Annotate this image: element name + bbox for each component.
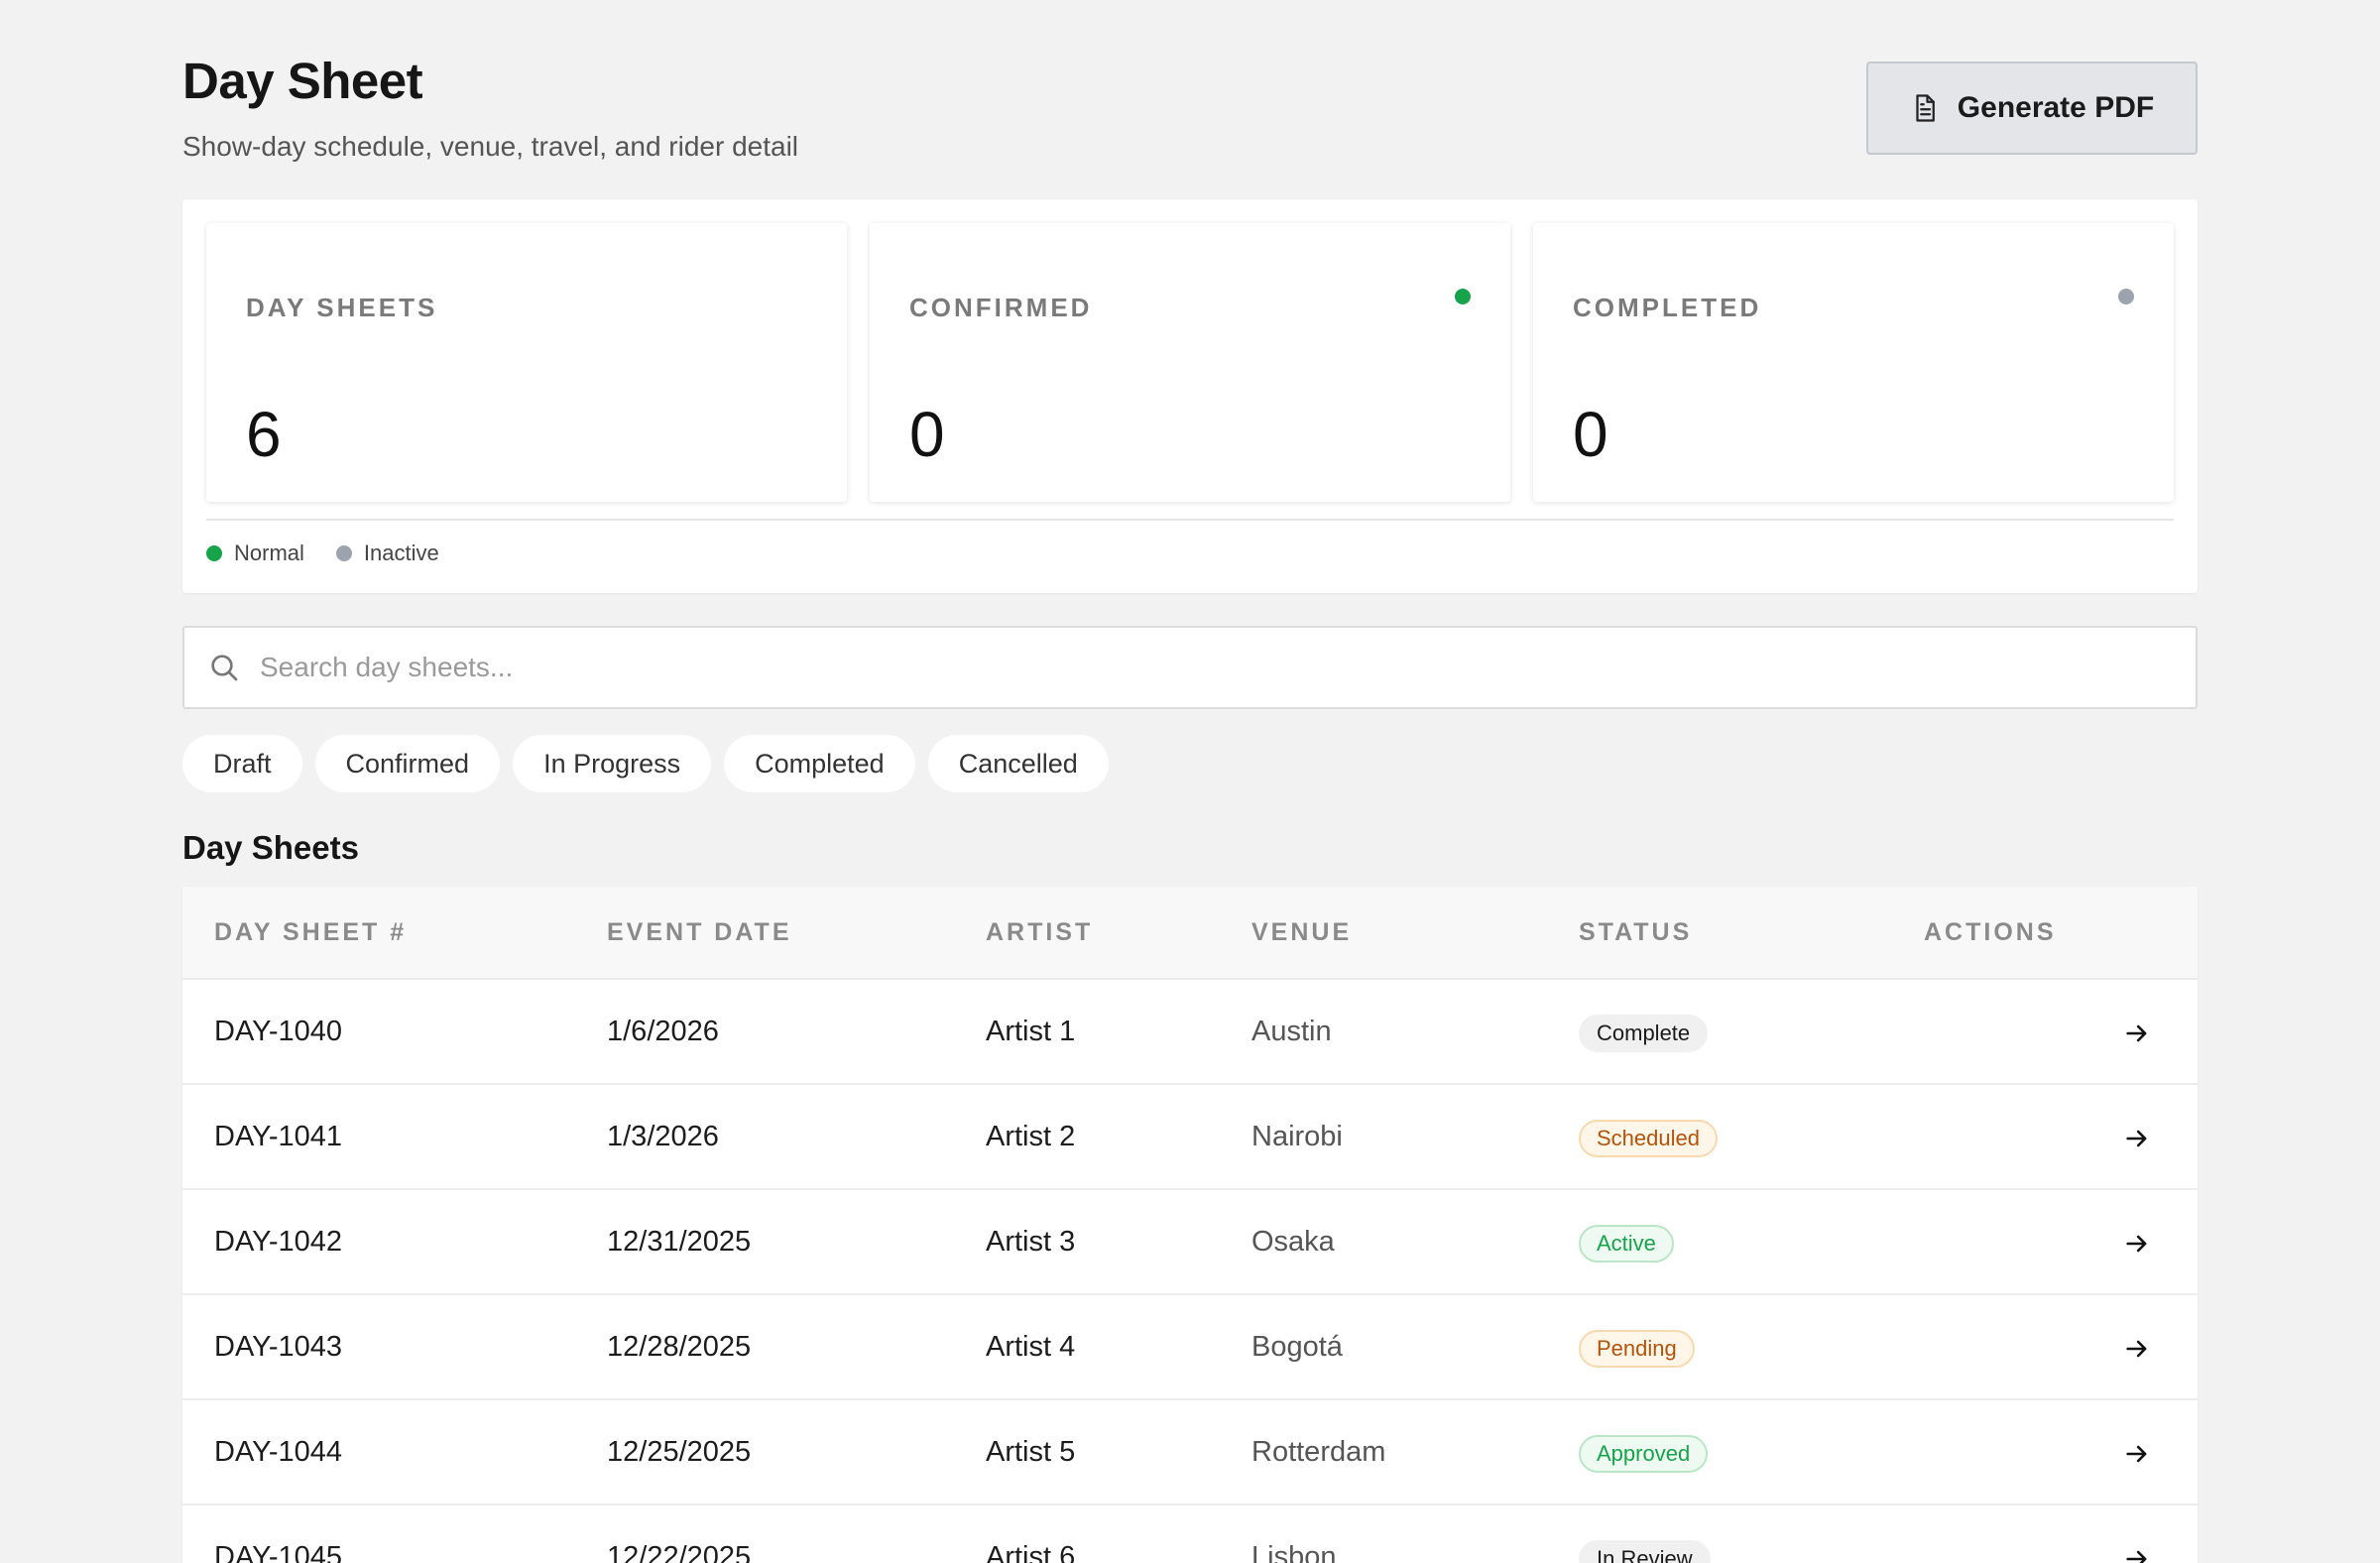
stat-label: DAY SHEETS xyxy=(246,293,438,322)
legend-label: Normal xyxy=(234,541,304,565)
status-badge: Approved xyxy=(1579,1435,1709,1473)
status-dot-icon xyxy=(2118,289,2134,304)
filter-chip-draft[interactable]: Draft xyxy=(182,735,302,792)
column-header[interactable]: ARTIST xyxy=(986,918,1093,947)
open-row-button[interactable] xyxy=(2123,1230,2153,1256)
search-input[interactable] xyxy=(260,652,2196,683)
legend-dot-icon xyxy=(335,545,352,561)
artist-name: Artist 4 xyxy=(986,1331,1076,1363)
artist-name: Artist 1 xyxy=(986,1016,1076,1047)
day-sheet-id: DAY-1042 xyxy=(214,1226,342,1258)
table-row[interactable]: DAY-1041 1/3/2026 Artist 2 Nairobi Sched… xyxy=(182,1083,2198,1188)
status-badge: Scheduled xyxy=(1579,1120,1718,1157)
status-dot-icon xyxy=(1455,289,1471,304)
day-sheets-table: DAY SHEET # EVENT DATE ARTIST VENUE STAT… xyxy=(182,887,2198,1563)
legend: Normal Inactive xyxy=(206,519,2174,566)
legend-dot-icon xyxy=(206,545,222,561)
page-header: Day Sheet Show-day schedule, venue, trav… xyxy=(182,0,2198,198)
arrow-right-icon xyxy=(2126,1340,2147,1358)
search-box[interactable] xyxy=(182,626,2198,709)
venue-name: Lisbon xyxy=(1251,1541,1337,1563)
table-row[interactable]: DAY-1044 12/25/2025 Artist 5 Rotterdam A… xyxy=(182,1398,2198,1503)
arrow-right-icon xyxy=(2126,1130,2147,1147)
search-icon xyxy=(211,655,238,681)
legend-item-normal: Normal xyxy=(206,541,304,566)
table-row[interactable]: DAY-1045 12/22/2025 Artist 6 Lisbon In R… xyxy=(182,1503,2198,1563)
column-header[interactable]: DAY SHEET # xyxy=(214,918,407,947)
day-sheet-id: DAY-1043 xyxy=(214,1331,342,1363)
filter-chip-cancelled[interactable]: Cancelled xyxy=(927,735,1109,792)
table-row[interactable]: DAY-1043 12/28/2025 Artist 4 Bogotá Pend… xyxy=(182,1293,2198,1398)
legend-label: Inactive xyxy=(363,541,439,565)
venue-name: Osaka xyxy=(1251,1226,1335,1258)
stat-card-day-sheets: DAY SHEETS 6 xyxy=(206,223,847,502)
status-filters: Draft Confirmed In Progress Completed Ca… xyxy=(182,735,1109,792)
stat-value: 0 xyxy=(909,399,945,470)
event-date: 1/6/2026 xyxy=(607,1016,719,1047)
stat-value: 6 xyxy=(246,399,282,470)
table-header: DAY SHEET # EVENT DATE ARTIST VENUE STAT… xyxy=(182,887,2198,978)
venue-name: Austin xyxy=(1251,1016,1332,1047)
day-sheet-id: DAY-1040 xyxy=(214,1016,342,1047)
event-date: 1/3/2026 xyxy=(607,1121,719,1152)
document-icon xyxy=(1916,94,1935,122)
open-row-button[interactable] xyxy=(2123,1545,2153,1563)
day-sheet-id: DAY-1045 xyxy=(214,1541,342,1563)
table-row[interactable]: DAY-1042 12/31/2025 Artist 3 Osaka Activ… xyxy=(182,1188,2198,1293)
arrow-right-icon xyxy=(2126,1550,2147,1563)
open-row-button[interactable] xyxy=(2123,1125,2153,1150)
day-sheet-id: DAY-1041 xyxy=(214,1121,342,1152)
table-row[interactable]: DAY-1040 1/6/2026 Artist 1 Austin Comple… xyxy=(182,978,2198,1083)
day-sheet-id: DAY-1044 xyxy=(214,1436,342,1468)
table-body: DAY-1040 1/6/2026 Artist 1 Austin Comple… xyxy=(182,978,2198,1563)
filter-chip-completed[interactable]: Completed xyxy=(724,735,915,792)
filter-chip-in-progress[interactable]: In Progress xyxy=(513,735,712,792)
arrow-right-icon xyxy=(2126,1024,2147,1042)
filter-chip-confirmed[interactable]: Confirmed xyxy=(314,735,501,792)
stat-card-completed: COMPLETED 0 xyxy=(1533,223,2174,502)
artist-name: Artist 5 xyxy=(986,1436,1076,1468)
open-row-button[interactable] xyxy=(2123,1440,2153,1466)
stat-label: COMPLETED xyxy=(1573,293,1762,322)
status-badge: Active xyxy=(1579,1225,1674,1262)
venue-name: Bogotá xyxy=(1251,1331,1343,1363)
open-row-button[interactable] xyxy=(2123,1020,2153,1045)
artist-name: Artist 2 xyxy=(986,1121,1076,1152)
stats-panel: DAY SHEETS 6 CONFIRMED 0 COMPLETED 0 Nor… xyxy=(182,199,2198,593)
event-date: 12/28/2025 xyxy=(607,1331,752,1363)
status-badge: In Review xyxy=(1579,1540,1711,1563)
event-date: 12/25/2025 xyxy=(607,1436,752,1468)
stat-value: 0 xyxy=(1573,399,1608,470)
venue-name: Rotterdam xyxy=(1251,1436,1386,1468)
stat-card-confirmed: CONFIRMED 0 xyxy=(870,223,1510,502)
arrow-right-icon xyxy=(2126,1235,2147,1253)
generate-pdf-button[interactable]: Generate PDF xyxy=(1866,61,2198,155)
event-date: 12/22/2025 xyxy=(607,1541,752,1563)
venue-name: Nairobi xyxy=(1251,1121,1343,1152)
arrow-right-icon xyxy=(2126,1445,2147,1463)
artist-name: Artist 3 xyxy=(986,1226,1076,1258)
generate-pdf-label: Generate PDF xyxy=(1957,91,2155,124)
stat-label: CONFIRMED xyxy=(909,293,1093,322)
column-header[interactable]: EVENT DATE xyxy=(607,918,792,947)
legend-item-inactive: Inactive xyxy=(335,541,439,566)
event-date: 12/31/2025 xyxy=(607,1226,752,1258)
column-header[interactable]: STATUS xyxy=(1579,918,1692,947)
section-title: Day Sheets xyxy=(182,829,359,866)
page-subtitle: Show-day schedule, venue, travel, and ri… xyxy=(182,131,799,162)
artist-name: Artist 6 xyxy=(986,1541,1076,1563)
page-title: Day Sheet xyxy=(182,53,423,109)
column-header[interactable]: VENUE xyxy=(1251,918,1352,947)
page: Day Sheet Show-day schedule, venue, trav… xyxy=(182,0,2198,1563)
status-badge: Complete xyxy=(1579,1015,1709,1052)
column-header: ACTIONS xyxy=(1924,918,2057,946)
status-badge: Pending xyxy=(1579,1330,1695,1368)
open-row-button[interactable] xyxy=(2123,1335,2153,1361)
